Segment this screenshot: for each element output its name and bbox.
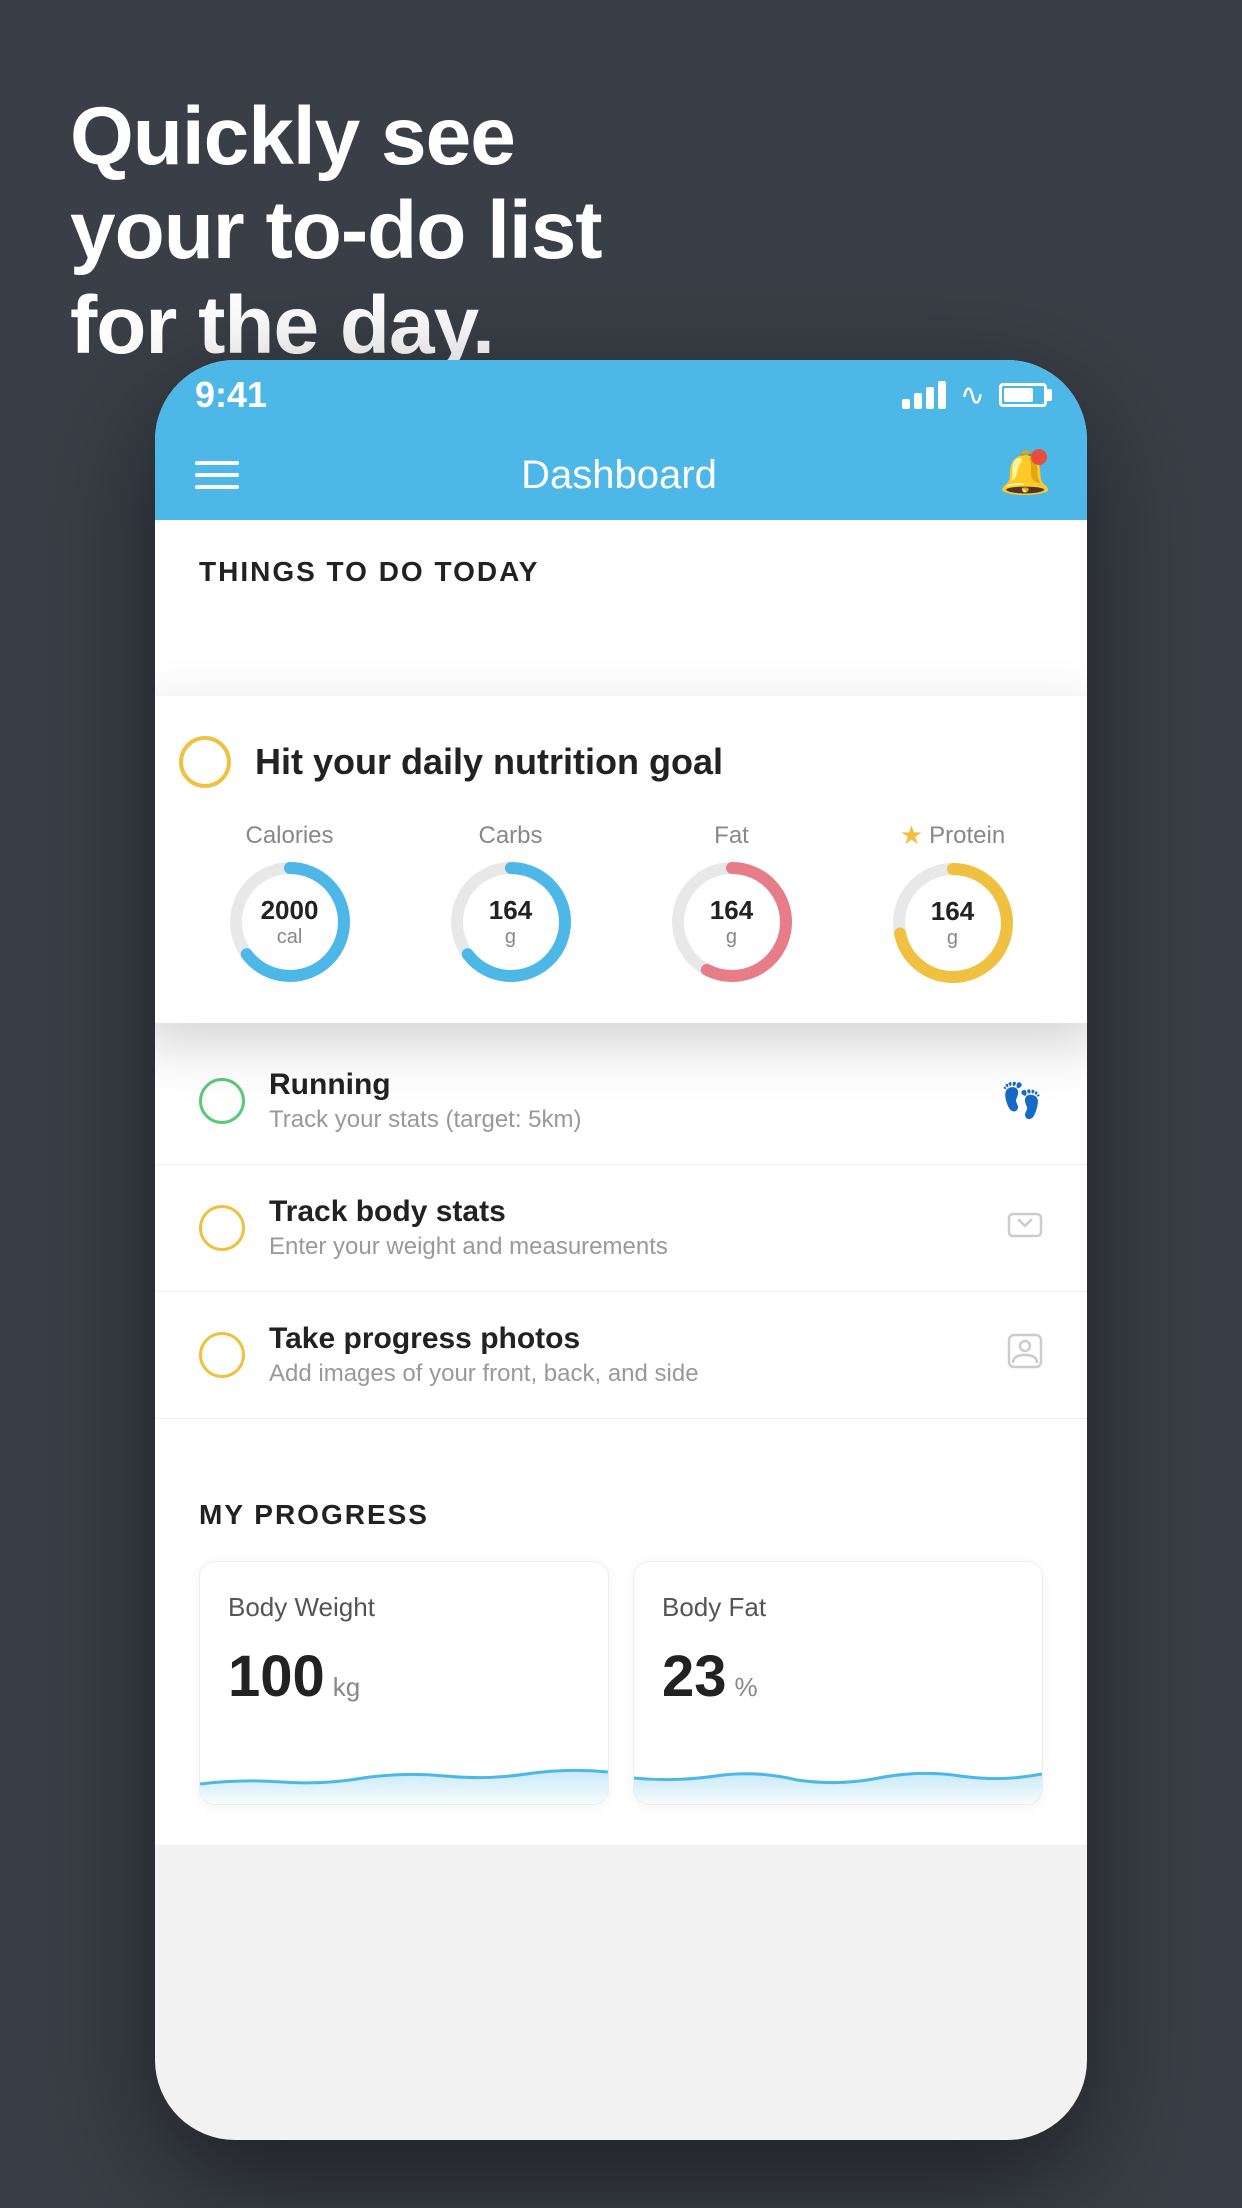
- carbs-unit: g: [489, 926, 532, 949]
- body-weight-sparkline: [200, 1734, 608, 1804]
- app-header: Dashboard 🔔: [155, 430, 1087, 520]
- hamburger-button[interactable]: [195, 461, 239, 489]
- fat-item: Fat 164 g: [672, 822, 792, 982]
- nutrition-card: Hit your daily nutrition goal Calories: [155, 696, 1087, 1023]
- body-fat-unit: %: [735, 1672, 758, 1703]
- calories-label: Calories: [245, 822, 333, 850]
- carbs-chart: 164 g: [451, 862, 571, 982]
- progress-section-title: MY PROGRESS: [199, 1499, 1043, 1531]
- body-weight-value: 100: [228, 1643, 325, 1710]
- carbs-value: 164: [489, 895, 532, 926]
- headline-line2: your to-do list: [70, 184, 602, 278]
- calories-value: 2000: [261, 895, 319, 926]
- body-stats-check-circle: [199, 1205, 245, 1251]
- notification-button[interactable]: 🔔: [999, 449, 1047, 501]
- carbs-item: Carbs 164 g: [451, 822, 571, 982]
- body-weight-value-row: 100 kg: [228, 1643, 580, 1710]
- body-fat-card[interactable]: Body Fat 23 %: [633, 1561, 1043, 1805]
- nutrition-circles: Calories 2000 cal: [179, 820, 1063, 983]
- body-fat-sparkline: [634, 1734, 1042, 1804]
- star-icon: ★: [900, 820, 923, 851]
- progress-section: MY PROGRESS Body Weight 100 kg: [155, 1449, 1087, 1845]
- protein-label-row: ★ Protein: [900, 820, 1005, 851]
- todo-progress-photos[interactable]: Take progress photos Add images of your …: [155, 1292, 1087, 1419]
- shoe-icon: 👣: [1001, 1081, 1043, 1121]
- scale-icon: [1007, 1206, 1043, 1251]
- running-title: Running: [269, 1068, 977, 1102]
- phone-content: THINGS TO DO TODAY Hit your daily nutrit…: [155, 520, 1087, 1845]
- headline-line3: for the day.: [70, 279, 602, 373]
- body-fat-card-title: Body Fat: [662, 1592, 1014, 1623]
- headline-line1: Quickly see: [70, 90, 602, 184]
- body-stats-text: Track body stats Enter your weight and m…: [269, 1195, 983, 1261]
- todo-body-stats[interactable]: Track body stats Enter your weight and m…: [155, 1165, 1087, 1292]
- body-fat-value: 23: [662, 1643, 727, 1710]
- protein-label: Protein: [929, 822, 1005, 850]
- signal-icon: [902, 381, 946, 409]
- wifi-icon: ∿: [960, 378, 985, 413]
- running-text: Running Track your stats (target: 5km): [269, 1068, 977, 1134]
- todo-check-circle[interactable]: [179, 736, 231, 788]
- notification-badge: [1031, 449, 1047, 465]
- calories-unit: cal: [261, 926, 319, 949]
- protein-chart: 164 g: [893, 863, 1013, 983]
- battery-icon: [999, 383, 1047, 407]
- body-weight-card[interactable]: Body Weight 100 kg: [199, 1561, 609, 1805]
- running-subtitle: Track your stats (target: 5km): [269, 1106, 977, 1134]
- photos-subtitle: Add images of your front, back, and side: [269, 1360, 983, 1388]
- things-section-header: THINGS TO DO TODAY: [155, 520, 1087, 608]
- running-check-circle: [199, 1078, 245, 1124]
- protein-value: 164: [931, 896, 974, 927]
- header-title: Dashboard: [521, 453, 717, 498]
- carbs-label: Carbs: [478, 822, 542, 850]
- body-stats-subtitle: Enter your weight and measurements: [269, 1233, 983, 1261]
- photos-check-circle: [199, 1332, 245, 1378]
- status-bar: 9:41 ∿: [155, 360, 1087, 430]
- person-icon: [1007, 1333, 1043, 1378]
- status-time: 9:41: [195, 374, 267, 416]
- fat-value: 164: [710, 895, 753, 926]
- fat-label: Fat: [714, 822, 749, 850]
- photos-text: Take progress photos Add images of your …: [269, 1322, 983, 1388]
- body-stats-title: Track body stats: [269, 1195, 983, 1229]
- body-weight-card-title: Body Weight: [228, 1592, 580, 1623]
- status-icons: ∿: [902, 378, 1047, 413]
- fat-unit: g: [710, 926, 753, 949]
- calories-chart: 2000 cal: [230, 862, 350, 982]
- protein-unit: g: [931, 927, 974, 950]
- body-weight-unit: kg: [333, 1672, 360, 1703]
- progress-cards: Body Weight 100 kg: [199, 1561, 1043, 1805]
- calories-item: Calories 2000 cal: [230, 822, 350, 982]
- todo-running[interactable]: Running Track your stats (target: 5km) 👣: [155, 1038, 1087, 1165]
- headline: Quickly see your to-do list for the day.: [70, 90, 602, 373]
- card-title-row: Hit your daily nutrition goal: [179, 736, 1063, 788]
- protein-item: ★ Protein 164 g: [893, 820, 1013, 983]
- todo-list: Running Track your stats (target: 5km) 👣…: [155, 1038, 1087, 1419]
- photos-title: Take progress photos: [269, 1322, 983, 1356]
- body-fat-value-row: 23 %: [662, 1643, 1014, 1710]
- phone-frame: 9:41 ∿ Dashboard 🔔 THINGS TO DO TODAY: [155, 360, 1087, 2140]
- fat-chart: 164 g: [672, 862, 792, 982]
- things-section-title: THINGS TO DO TODAY: [199, 556, 539, 587]
- nutrition-card-title: Hit your daily nutrition goal: [255, 741, 723, 783]
